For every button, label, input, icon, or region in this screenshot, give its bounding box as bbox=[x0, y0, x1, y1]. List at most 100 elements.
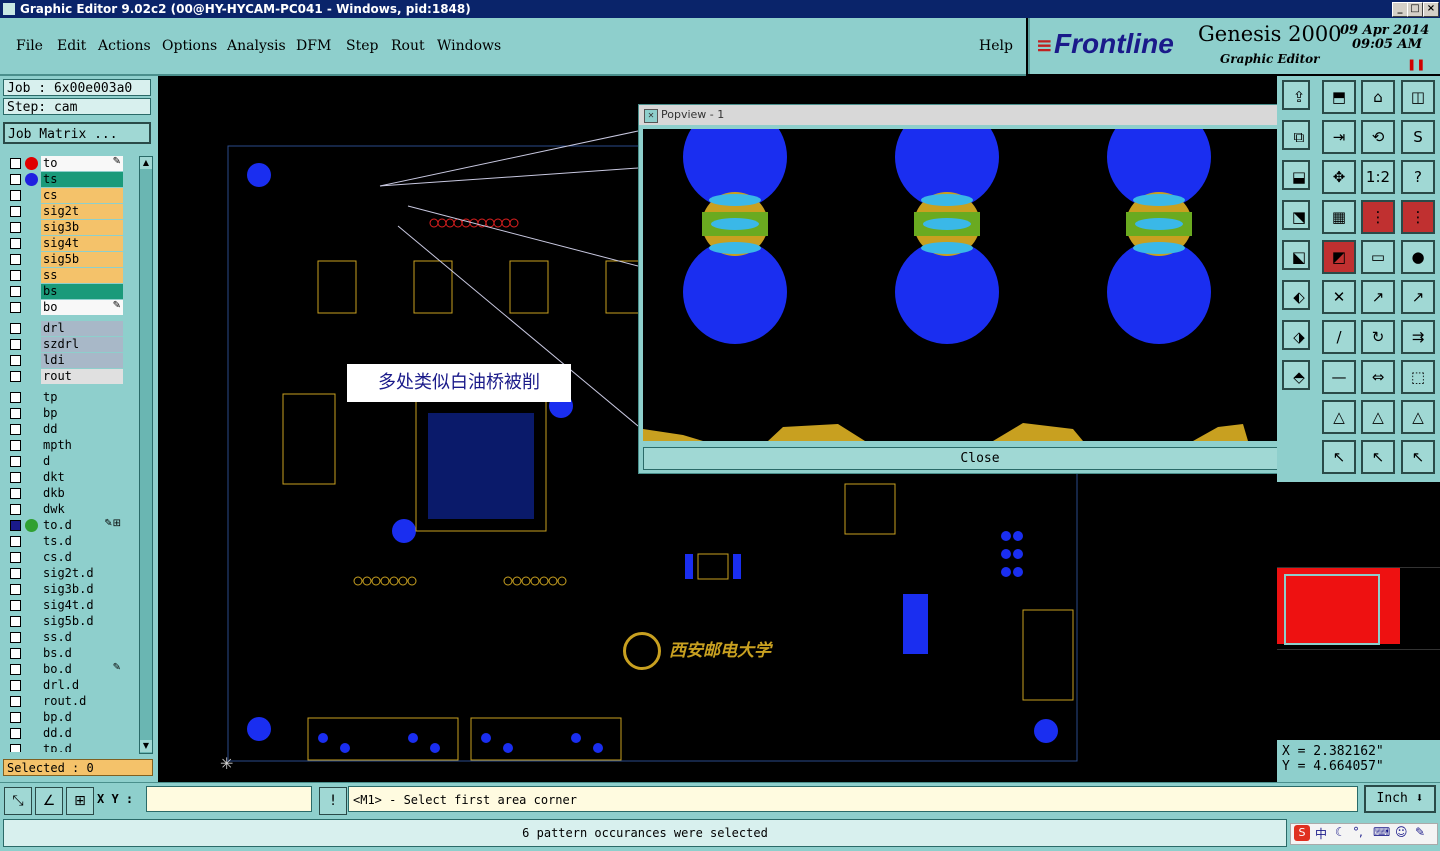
hline-icon[interactable]: — bbox=[1322, 360, 1356, 394]
layer-name[interactable]: sig2t bbox=[41, 204, 123, 219]
layer-name[interactable]: dkb bbox=[41, 486, 123, 501]
layer-row-sig2t-d[interactable]: sig2t.d bbox=[5, 566, 125, 581]
menu-options[interactable]: Options bbox=[162, 38, 217, 54]
layer-row-dd[interactable]: dd bbox=[5, 422, 125, 437]
layer-row-sig4t[interactable]: sig4t bbox=[5, 236, 125, 251]
layer-row-ts-d[interactable]: ts.d bbox=[5, 534, 125, 549]
layer-checkbox[interactable] bbox=[10, 632, 21, 643]
zoom-fit-icon[interactable]: ⬖ bbox=[1282, 280, 1310, 310]
layer-checkbox[interactable] bbox=[10, 584, 21, 595]
layer-row-bp[interactable]: bp bbox=[5, 406, 125, 421]
layer-row-d[interactable]: d bbox=[5, 454, 125, 469]
layer-checkbox[interactable] bbox=[10, 536, 21, 547]
layer-checkbox[interactable] bbox=[10, 206, 21, 217]
ruler-icon[interactable]: ▭ bbox=[1361, 240, 1395, 274]
layer-name[interactable]: bs bbox=[41, 284, 123, 299]
layer-name[interactable]: ts.d bbox=[41, 534, 123, 549]
zoom-area-icon[interactable]: ⤡ bbox=[4, 787, 32, 815]
layer-row-to-d[interactable]: to.d ✎⊞ bbox=[5, 518, 125, 533]
layer-row-drl-d[interactable]: drl.d bbox=[5, 678, 125, 693]
scroll-up-icon[interactable]: ▲ bbox=[140, 157, 152, 169]
units-selector[interactable]: Inch ⬇ bbox=[1364, 785, 1436, 813]
delete-icon[interactable]: ✕ bbox=[1322, 280, 1356, 314]
layer-checkbox[interactable] bbox=[10, 408, 21, 419]
home-icon[interactable]: ⌂ bbox=[1361, 80, 1395, 114]
split-icon[interactable]: ◫ bbox=[1401, 80, 1435, 114]
alert-icon[interactable]: ! bbox=[319, 787, 347, 815]
layer-name[interactable]: sig2t.d bbox=[41, 566, 123, 581]
undo-icon[interactable]: ↻ bbox=[1361, 320, 1395, 354]
layer-row-tp[interactable]: tp bbox=[5, 390, 125, 405]
menu-file[interactable]: File bbox=[16, 38, 43, 54]
layer-name[interactable]: tp.d bbox=[41, 742, 123, 752]
copy-icon[interactable]: ⧉ bbox=[1282, 120, 1310, 150]
move-icon[interactable]: ⇥ bbox=[1322, 120, 1356, 154]
layer-name[interactable]: tp bbox=[41, 390, 123, 405]
layer-name[interactable]: bp bbox=[41, 406, 123, 421]
layer-checkbox[interactable] bbox=[10, 392, 21, 403]
layer-name[interactable]: sig5b bbox=[41, 252, 123, 267]
layer-row-cs[interactable]: cs bbox=[5, 188, 125, 203]
xy-input[interactable] bbox=[146, 786, 312, 812]
layer-checkbox[interactable] bbox=[10, 440, 21, 451]
layer-name[interactable]: ss bbox=[41, 268, 123, 283]
layer-checkbox[interactable] bbox=[10, 696, 21, 707]
layer-row-sig2t[interactable]: sig2t bbox=[5, 204, 125, 219]
help-icon[interactable]: ? bbox=[1401, 160, 1435, 194]
pan-icon[interactable]: ⇪ bbox=[1282, 80, 1310, 110]
draw-line-icon[interactable]: / bbox=[1322, 320, 1356, 354]
layer-row-mpth[interactable]: mpth bbox=[5, 438, 125, 453]
traffic-alt-icon[interactable]: ⋮ bbox=[1401, 200, 1435, 234]
layer-name[interactable]: cs bbox=[41, 188, 123, 203]
ime-tools-icon[interactable]: ✎ bbox=[1415, 825, 1425, 839]
layer-name[interactable]: drl.d bbox=[41, 678, 123, 693]
traffic-icon[interactable]: ⋮ bbox=[1361, 200, 1395, 234]
layer-checkbox[interactable] bbox=[10, 158, 21, 169]
layer-name[interactable]: bo.d bbox=[41, 662, 123, 677]
triangle-red-icon[interactable]: △ bbox=[1401, 400, 1435, 434]
menu-help[interactable]: Help bbox=[979, 38, 1013, 54]
layer-row-bp-d[interactable]: bp.d bbox=[5, 710, 125, 725]
layer-checkbox[interactable] bbox=[10, 520, 21, 531]
layer-checkbox[interactable] bbox=[10, 355, 21, 366]
layer-row-sig3b-d[interactable]: sig3b.d bbox=[5, 582, 125, 597]
layer-row-ss-d[interactable]: ss.d bbox=[5, 630, 125, 645]
select-icon[interactable]: ↖ bbox=[1322, 440, 1356, 474]
layer-name[interactable]: bs.d bbox=[41, 646, 123, 661]
popview-close-button[interactable]: Close bbox=[643, 447, 1317, 470]
layer-name[interactable]: bo bbox=[41, 300, 123, 315]
layer-name[interactable]: d bbox=[41, 454, 123, 469]
pad-icon[interactable]: ● bbox=[1401, 240, 1435, 274]
flip-icon[interactable]: ⇉ bbox=[1401, 320, 1435, 354]
layer-row-tp-d[interactable]: tp.d bbox=[5, 742, 125, 752]
layer-checkbox[interactable] bbox=[10, 222, 21, 233]
ime-toolbar[interactable]: S 中 ☾ °, ⌨ ☺ ✎ bbox=[1290, 823, 1438, 845]
menu-windows[interactable]: Windows bbox=[437, 38, 501, 54]
layer-checkbox[interactable] bbox=[10, 616, 21, 627]
minimap-viewport[interactable] bbox=[1284, 574, 1380, 645]
layer-checkbox[interactable] bbox=[10, 712, 21, 723]
ime-user-icon[interactable]: ☺ bbox=[1395, 825, 1408, 839]
layer-row-bo-d[interactable]: bo.d ✎ bbox=[5, 662, 125, 677]
select-net-icon[interactable]: ↖ bbox=[1401, 440, 1435, 474]
layer-checkbox[interactable] bbox=[10, 424, 21, 435]
layer-checkbox[interactable] bbox=[10, 600, 21, 611]
pause-icon[interactable]: ❚❚ bbox=[1407, 58, 1425, 71]
layer-icon[interactable]: ⬓ bbox=[1282, 160, 1310, 190]
layer-name[interactable]: dwk bbox=[41, 502, 123, 517]
rotate-icon[interactable]: ⟲ bbox=[1361, 120, 1395, 154]
layer-scrollbar[interactable]: ▲ ▼ bbox=[139, 156, 153, 754]
layer-name[interactable]: rout bbox=[41, 369, 123, 384]
zoom-next-icon[interactable]: ⬘ bbox=[1282, 360, 1310, 390]
ime-logo-icon[interactable]: S bbox=[1294, 825, 1310, 841]
layer-row-ss[interactable]: ss bbox=[5, 268, 125, 283]
layer-row-rout-d[interactable]: rout.d bbox=[5, 694, 125, 709]
snap-icon[interactable]: S bbox=[1401, 120, 1435, 154]
group-icon[interactable]: ⬚ bbox=[1401, 360, 1435, 394]
layer-checkbox[interactable] bbox=[10, 371, 21, 382]
measure-icon[interactable]: ⇔ bbox=[1361, 360, 1395, 394]
layer-checkbox[interactable] bbox=[10, 254, 21, 265]
layer-row-sig5b[interactable]: sig5b bbox=[5, 252, 125, 267]
line-tool-icon[interactable]: ◩ bbox=[1322, 240, 1356, 274]
layer-checkbox[interactable] bbox=[10, 339, 21, 350]
